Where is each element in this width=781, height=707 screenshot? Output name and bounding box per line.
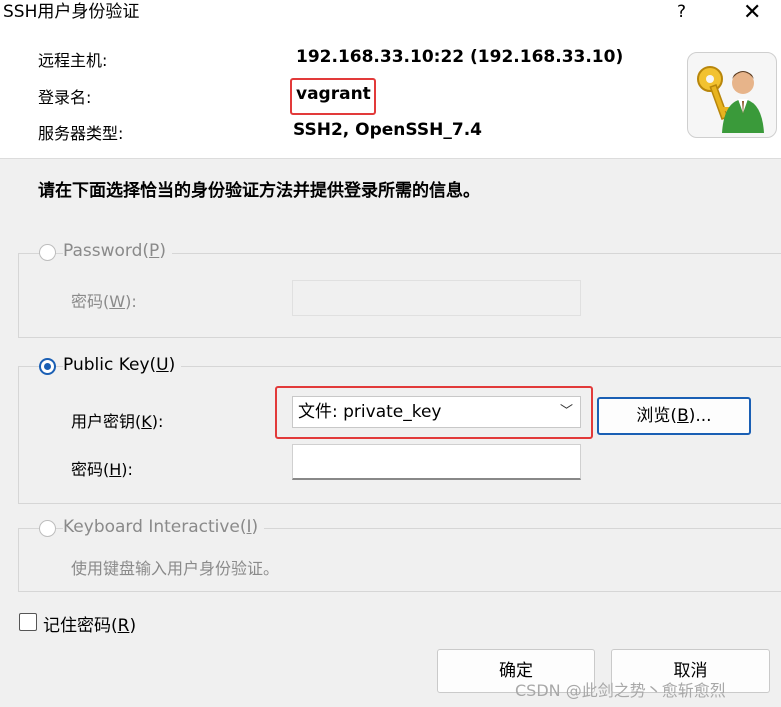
remember-password-label[interactable]: 记住密码(R) bbox=[43, 611, 136, 636]
server-type-label: 服务器类型: bbox=[38, 124, 124, 143]
keyboard-interactive-radio[interactable] bbox=[39, 520, 56, 537]
password-radio-label[interactable]: Password(P) bbox=[63, 241, 172, 261]
browse-button[interactable]: 浏览(B)... bbox=[597, 397, 751, 435]
window-title: SSH用户身份验证 bbox=[3, 2, 140, 22]
help-button[interactable]: ? bbox=[677, 2, 686, 22]
header-panel: SSH用户身份验证 ? ✕ 远程主机: 192.168.33.10:22 (19… bbox=[0, 0, 781, 159]
watermark-text: CSDN @此剑之势丶愈斩愈烈 bbox=[515, 681, 726, 700]
close-button[interactable]: ✕ bbox=[743, 0, 761, 25]
password-radio[interactable] bbox=[39, 244, 56, 261]
keyboard-interactive-description: 使用键盘输入用户身份验证。 bbox=[71, 559, 280, 578]
password-field-label: 密码(W): bbox=[71, 292, 137, 311]
host-label: 远程主机: bbox=[38, 51, 108, 70]
user-key-select-value: 文件: private_key bbox=[298, 402, 442, 422]
instruction-text: 请在下面选择恰当的身份验证方法并提供登录所需的信息。 bbox=[38, 181, 480, 201]
keyboard-interactive-radio-label[interactable]: Keyboard Interactive(I) bbox=[63, 517, 265, 537]
remember-password-checkbox[interactable] bbox=[19, 613, 37, 631]
user-key-label: 用户密钥(K): bbox=[71, 412, 164, 431]
key-user-icon bbox=[687, 52, 777, 138]
login-value: vagrant bbox=[296, 84, 371, 104]
user-key-select[interactable]: 文件: private_key ﹀ bbox=[292, 396, 581, 428]
public-key-radio-label[interactable]: Public Key(U) bbox=[63, 355, 182, 375]
password-input[interactable] bbox=[292, 280, 581, 316]
host-value: 192.168.33.10:22 (192.168.33.10) bbox=[296, 47, 624, 67]
login-label: 登录名: bbox=[38, 88, 92, 107]
public-key-radio[interactable] bbox=[39, 358, 56, 375]
key-passphrase-input[interactable] bbox=[292, 444, 581, 480]
server-type-value: SSH2, OpenSSH_7.4 bbox=[293, 120, 482, 140]
key-passphrase-label: 密码(H): bbox=[71, 460, 133, 479]
chevron-down-icon: ﹀ bbox=[559, 404, 573, 419]
